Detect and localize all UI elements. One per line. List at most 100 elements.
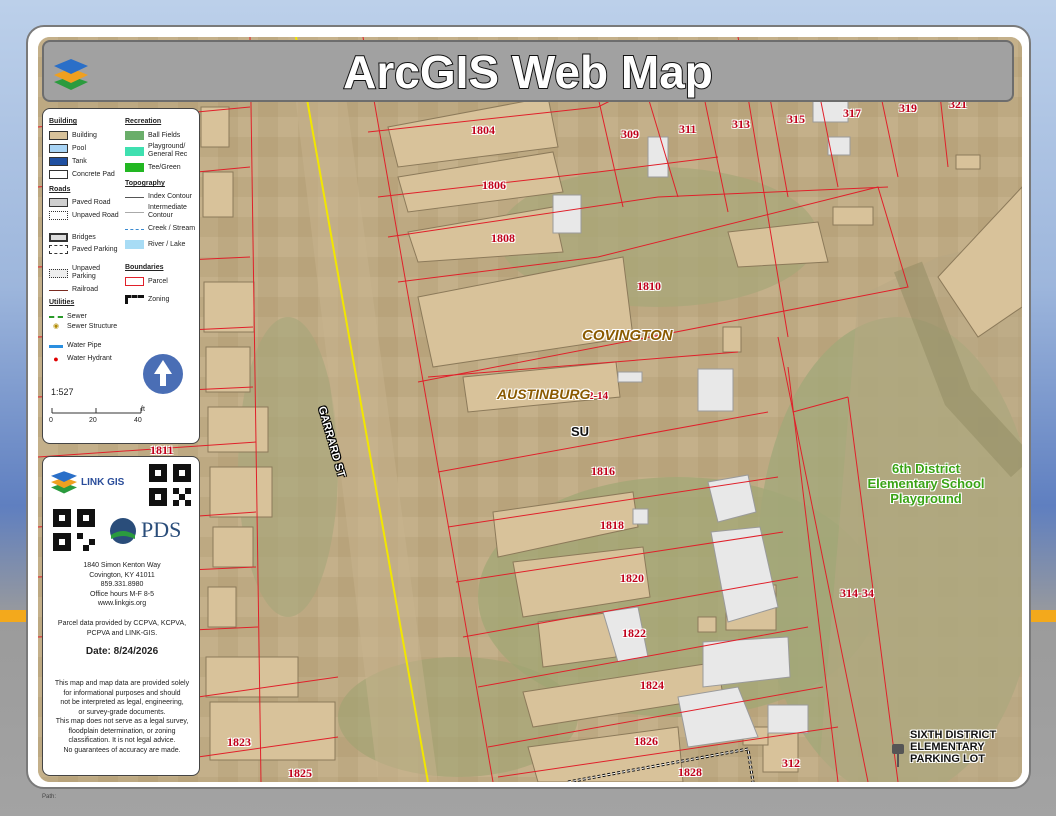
info-panel: LINK GIS PDS 1840 Simon Kenton Way Covin… xyxy=(42,456,200,776)
parcel-label: 1816 xyxy=(591,464,615,478)
legend-item: Zoning xyxy=(125,295,169,304)
disclaimer-line: or survey-grade documents. xyxy=(78,708,166,716)
legend-item: Paved Road xyxy=(49,198,111,207)
linkgis-label: LINK GIS xyxy=(81,477,125,488)
bridge-swatch xyxy=(49,233,68,242)
zoning-label: SU xyxy=(571,424,590,439)
legend-item-label: Railroad xyxy=(72,286,99,293)
disclaimer-line: floodplain determination, or zoning xyxy=(68,727,176,735)
qr-code-icon[interactable] xyxy=(149,464,191,506)
legend-heading-topography: Topography xyxy=(125,180,165,187)
parcel-label: 1806 xyxy=(482,178,506,192)
legend-item-label: Water Hydrant xyxy=(67,355,112,362)
school-label-line: Elementary School xyxy=(867,476,985,491)
scale-unit: ft xyxy=(141,406,145,413)
ball-fields-swatch xyxy=(125,131,144,140)
parcel-source-line: Parcel data provided by CCPVA, KCPVA, xyxy=(57,620,187,627)
sewer-structure-icon: ◉ xyxy=(52,323,60,330)
building-swatch xyxy=(49,131,68,140)
legend-item-label: Ball Fields xyxy=(148,131,181,139)
legend-item-label: Sewer xyxy=(67,313,87,320)
legend-item-label: Unpaved Parking xyxy=(72,265,101,280)
legend-item-label: Building xyxy=(72,131,97,139)
legend-item: Concrete Pad xyxy=(49,170,115,179)
legend-item: Creek / Stream xyxy=(125,225,195,233)
linkgis-logo-icon xyxy=(51,471,77,494)
index-contour-swatch xyxy=(125,196,144,198)
parking-label-line: SIXTH DISTRICT xyxy=(910,729,997,741)
legend-item: Pool xyxy=(49,144,86,153)
school-label: 6th District Elementary School Playgroun… xyxy=(858,461,994,506)
parking-label-line: PARKING LOT xyxy=(910,753,985,765)
disclaimer-line: This map and map data are provided solel… xyxy=(54,680,190,687)
place-label-austinburg: AUSTINBURG xyxy=(497,386,591,402)
sewer-swatch xyxy=(49,316,63,318)
disclaimer-line: This map does not serve as a legal surve… xyxy=(55,718,189,725)
parcel-label: 315 xyxy=(787,112,805,126)
scale-tick: 40 xyxy=(134,417,142,424)
scale-ratio: 1:527 xyxy=(51,387,74,397)
parcel-label: 1826 xyxy=(634,734,658,748)
legend-item-label: Tee/Green xyxy=(148,163,181,171)
legend-item: Index Contour xyxy=(125,193,192,201)
place-label-covington: COVINGTON xyxy=(582,327,673,344)
legend-item-label: Zoning xyxy=(148,295,170,303)
legend-item: ◉ Sewer Structure xyxy=(49,323,119,331)
legend-item: Unpaved Parking xyxy=(49,265,119,281)
water-pipe-swatch xyxy=(49,344,63,348)
legend-item-label: Paved Road xyxy=(72,198,111,206)
parcel-label: 319 xyxy=(899,101,917,115)
legend-item-label: Index Contour xyxy=(148,193,192,200)
concrete-pad-swatch xyxy=(49,170,68,179)
legend-item-label: Unpaved Road xyxy=(72,211,119,219)
legend-item: ● Water Hydrant xyxy=(49,355,112,364)
legend-item: Bridges xyxy=(49,233,96,242)
path-label: Path: xyxy=(42,794,57,800)
parcel-label: 313 xyxy=(732,117,750,131)
parcel-label: 1828 xyxy=(678,765,702,779)
address-line: 859.331.8980 xyxy=(100,581,144,588)
parcel-swatch xyxy=(125,277,144,286)
parcel-label: 2-14 xyxy=(588,390,609,402)
parcel-source: Parcel data provided by CCPVA, KCPVA, PC… xyxy=(43,619,201,638)
legend-item: Parcel xyxy=(125,277,168,286)
railroad-swatch xyxy=(49,289,68,291)
legend-item-label: Creek / Stream xyxy=(148,225,196,232)
legend-item-label: Tank xyxy=(72,157,87,165)
qr-code-icon[interactable] xyxy=(53,509,95,551)
legend-item-label: Concrete Pad xyxy=(72,170,115,178)
parking-label-line: ELEMENTARY xyxy=(910,741,985,753)
address-line: Office hours M-F 8-5 xyxy=(89,590,155,598)
legend-item: Building xyxy=(49,131,97,140)
parcel-label: 1822 xyxy=(622,626,646,640)
parking-lot-label: SIXTH DISTRICT ELEMENTARY PARKING LOT xyxy=(910,729,996,765)
disclaimer-line: not be interpreted as legal, engineering… xyxy=(60,699,184,706)
legend-item-label: Playground/ General Rec xyxy=(148,143,188,158)
legend-item: River / Lake xyxy=(125,240,185,249)
legend-item: Railroad xyxy=(49,286,98,294)
unpaved-parking-swatch xyxy=(49,268,68,278)
legend-item: Unpaved Road xyxy=(49,211,119,220)
scale-bar xyxy=(51,408,142,414)
parcel-label: 311 xyxy=(679,122,697,136)
parcel-label: 1823 xyxy=(227,735,251,749)
legend-item: Sewer xyxy=(49,313,87,321)
legend-item-label: Water Pipe xyxy=(67,342,102,349)
parcel-label: 1804 xyxy=(471,123,495,137)
legend-item: Water Pipe xyxy=(49,342,101,350)
website-link[interactable]: www.linkgis.org xyxy=(43,599,201,609)
legend-item-label: Bridges xyxy=(72,233,96,241)
parcel-label: 1824 xyxy=(640,678,664,692)
playground-swatch xyxy=(125,146,144,156)
legend-item-label: River / Lake xyxy=(148,240,186,248)
address-line: 1840 Simon Kenton Way xyxy=(83,562,161,569)
parcel-label: 1810 xyxy=(637,279,661,293)
unpaved-road-swatch xyxy=(49,211,68,220)
legend-heading-roads: Roads xyxy=(49,186,71,193)
legend-item: Tank xyxy=(49,157,87,166)
legend-panel: Building Building Pool Tank Concrete Pad… xyxy=(42,108,200,444)
legend-heading-recreation: Recreation xyxy=(125,118,162,125)
legend-item: Tee/Green xyxy=(125,163,181,172)
map-date: Date: 8/24/2026 xyxy=(85,646,159,657)
disclaimer: This map and map data are provided solel… xyxy=(43,679,201,755)
